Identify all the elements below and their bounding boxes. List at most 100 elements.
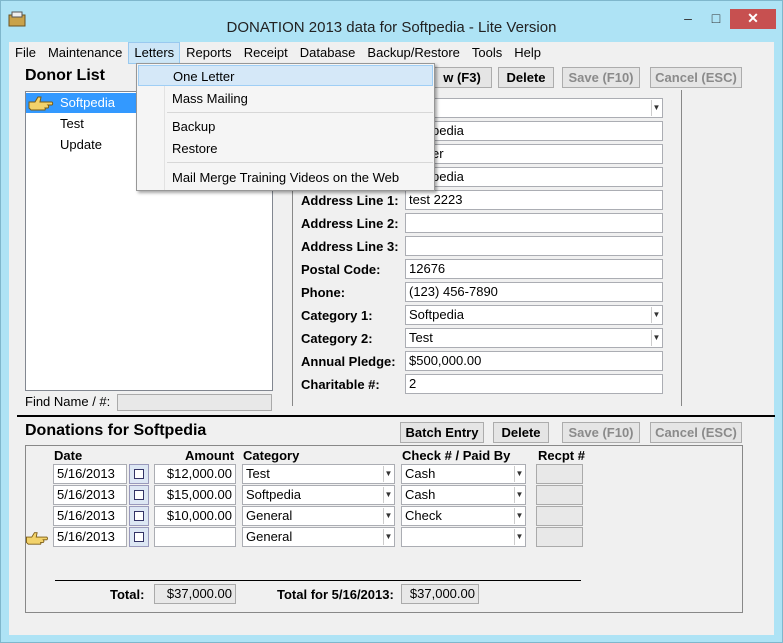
- address3-label: Address Line 3:: [301, 239, 399, 254]
- donor-name: Softpedia: [60, 95, 115, 110]
- donation-paid-combo[interactable]: ▼: [401, 527, 526, 547]
- menu-database[interactable]: Database: [294, 42, 362, 64]
- menu-item-mass-mailing[interactable]: Mass Mailing: [138, 88, 433, 109]
- delete-donor-button[interactable]: Delete: [498, 67, 554, 88]
- window-title: DONATION 2013 data for Softpedia - Lite …: [226, 19, 557, 36]
- donation-amount[interactable]: [154, 527, 236, 547]
- find-name-label: Find Name / #:: [25, 394, 111, 409]
- calendar-icon[interactable]: [129, 506, 149, 526]
- delete-donation-button[interactable]: Delete: [493, 422, 549, 443]
- total-label: Total:: [110, 587, 145, 602]
- menu-file[interactable]: File: [9, 42, 42, 64]
- combo-value: General: [246, 508, 293, 523]
- letters-menu: One Letter Mass Mailing Backup Restore M…: [136, 63, 435, 191]
- address1-field[interactable]: test 2223: [405, 190, 663, 210]
- address3-field[interactable]: [405, 236, 663, 256]
- donation-amount[interactable]: $15,000.00: [154, 485, 236, 505]
- donor-list-heading: Donor List: [25, 67, 105, 84]
- find-name-input[interactable]: [117, 394, 272, 411]
- chevron-down-icon[interactable]: ▼: [514, 487, 524, 503]
- charitable-number-field[interactable]: 2: [405, 374, 663, 394]
- calendar-icon[interactable]: [129, 527, 149, 547]
- chevron-down-icon[interactable]: ▼: [514, 508, 524, 524]
- combo-value: Softpedia: [409, 307, 464, 322]
- new-donor-button[interactable]: w (F3): [433, 67, 492, 88]
- menu-item-one-letter[interactable]: One Letter: [138, 65, 433, 86]
- donation-category-combo[interactable]: General ▼: [242, 506, 395, 526]
- address2-field[interactable]: [405, 213, 663, 233]
- donation-paid-combo[interactable]: Cash ▼: [401, 485, 526, 505]
- chevron-down-icon[interactable]: ▼: [651, 100, 661, 116]
- donation-receipt: [536, 485, 583, 505]
- postal-code-field[interactable]: 12676: [405, 259, 663, 279]
- chevron-down-icon[interactable]: ▼: [383, 487, 393, 503]
- close-button[interactable]: ✕: [730, 9, 776, 29]
- menu-separator: [167, 112, 433, 113]
- calendar-icon[interactable]: [129, 464, 149, 484]
- chevron-down-icon[interactable]: ▼: [383, 508, 393, 524]
- donation-paid-combo[interactable]: Cash ▼: [401, 464, 526, 484]
- cancel-donation-button[interactable]: Cancel (ESC): [650, 422, 742, 443]
- section-divider: [17, 415, 775, 417]
- menu-help[interactable]: Help: [508, 42, 547, 64]
- column-amount: Amount: [185, 448, 235, 463]
- donor-item-softpedia[interactable]: Softpedia: [26, 93, 136, 113]
- donor-item-test[interactable]: Test: [26, 114, 136, 134]
- phone-field[interactable]: (123) 456-7890: [405, 282, 663, 302]
- donor-item-update[interactable]: Update: [26, 135, 136, 155]
- category1-combo[interactable]: Softpedia ▼: [405, 305, 663, 325]
- menu-receipt[interactable]: Receipt: [238, 42, 294, 64]
- donation-date[interactable]: 5/16/2013: [53, 464, 127, 484]
- combo-value: General: [246, 529, 293, 544]
- menu-item-restore[interactable]: Restore: [138, 138, 433, 159]
- chevron-down-icon[interactable]: ▼: [651, 307, 661, 323]
- category2-combo[interactable]: Test ▼: [405, 328, 663, 348]
- title-bar: DONATION 2013 data for Softpedia - Lite …: [1, 1, 782, 41]
- first-name-field[interactable]: pedia: [405, 121, 663, 141]
- menu-item-mail-merge-videos[interactable]: Mail Merge Training Videos on the Web: [138, 167, 433, 188]
- donation-amount[interactable]: $12,000.00: [154, 464, 236, 484]
- donation-receipt: [536, 506, 583, 526]
- calendar-icon[interactable]: [129, 485, 149, 505]
- chevron-down-icon[interactable]: ▼: [514, 466, 524, 482]
- totals-divider: [55, 580, 581, 581]
- last-name-field[interactable]: er: [405, 144, 663, 164]
- donation-paid-combo[interactable]: Check ▼: [401, 506, 526, 526]
- batch-entry-button[interactable]: Batch Entry: [400, 422, 484, 443]
- app-window: DONATION 2013 data for Softpedia - Lite …: [0, 0, 783, 643]
- charitable-number-label: Charitable #:: [301, 377, 380, 392]
- donation-category-combo[interactable]: General ▼: [242, 527, 395, 547]
- donation-category-combo[interactable]: Test ▼: [242, 464, 395, 484]
- total-date-value: $37,000.00: [401, 584, 479, 604]
- combo-value: Check: [405, 508, 442, 523]
- donation-date[interactable]: 5/16/2013: [53, 527, 127, 547]
- menu-tools[interactable]: Tools: [466, 42, 508, 64]
- menu-maintenance[interactable]: Maintenance: [42, 42, 128, 64]
- category2-label: Category 2:: [301, 331, 373, 346]
- menu-item-backup[interactable]: Backup: [138, 116, 433, 137]
- donation-amount[interactable]: $10,000.00: [154, 506, 236, 526]
- menu-letters[interactable]: Letters: [128, 42, 181, 64]
- donation-category-combo[interactable]: Softpedia ▼: [242, 485, 395, 505]
- menu-reports[interactable]: Reports: [180, 42, 238, 64]
- company-field[interactable]: pedia: [405, 167, 663, 187]
- column-paid-by: Check # / Paid By: [402, 448, 511, 463]
- save-donation-button[interactable]: Save (F10): [562, 422, 640, 443]
- donation-date[interactable]: 5/16/2013: [53, 506, 127, 526]
- donation-receipt: [536, 464, 583, 484]
- chevron-down-icon[interactable]: ▼: [514, 529, 524, 545]
- column-date: Date: [54, 448, 83, 463]
- chevron-down-icon[interactable]: ▼: [383, 466, 393, 482]
- menu-backup-restore[interactable]: Backup/Restore: [361, 42, 466, 64]
- category1-label: Category 1:: [301, 308, 373, 323]
- chevron-down-icon[interactable]: ▼: [651, 330, 661, 346]
- cancel-donor-button[interactable]: Cancel (ESC): [650, 67, 742, 88]
- salutation-combo[interactable]: ▼: [405, 98, 663, 118]
- annual-pledge-field[interactable]: $500,000.00: [405, 351, 663, 371]
- save-donor-button[interactable]: Save (F10): [562, 67, 640, 88]
- annual-pledge-label: Annual Pledge:: [301, 354, 396, 369]
- chevron-down-icon[interactable]: ▼: [383, 529, 393, 545]
- maximize-button[interactable]: □: [702, 9, 730, 29]
- minimize-button[interactable]: –: [674, 9, 702, 29]
- donation-date[interactable]: 5/16/2013: [53, 485, 127, 505]
